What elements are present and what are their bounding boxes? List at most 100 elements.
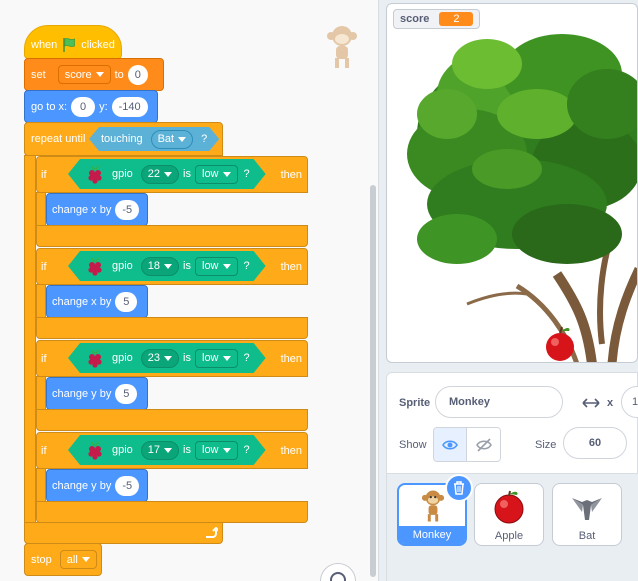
- sprite-label: Sprite: [399, 397, 431, 409]
- when-flag-clicked-block[interactable]: when clicked: [24, 25, 122, 59]
- code-area[interactable]: when clicked set score to 0 go to x: 0 y…: [0, 0, 379, 581]
- gpio-question-mark: ?: [243, 168, 250, 180]
- size-value: 60: [588, 437, 602, 449]
- monkey-sprite-thumbnail: [421, 490, 445, 522]
- gpio-level-dropdown[interactable]: low: [195, 257, 238, 276]
- hat-prefix: when: [31, 39, 58, 51]
- change-value-input[interactable]: -5: [115, 475, 140, 496]
- repeat-arrow-icon: [206, 527, 218, 538]
- if-left-arm: [36, 192, 46, 228]
- show-hidden-button[interactable]: [467, 428, 500, 461]
- touching-label: touching: [101, 133, 143, 145]
- zoom-in-button[interactable]: [320, 563, 356, 581]
- gpio-condition[interactable]: gpio 18 is low?: [68, 251, 266, 281]
- then-label: then: [280, 352, 302, 365]
- show-visible-button[interactable]: [434, 428, 467, 461]
- if-bottom-arm[interactable]: [36, 225, 308, 247]
- change-value-input[interactable]: 5: [115, 291, 138, 312]
- variable-dropdown[interactable]: score: [57, 65, 111, 84]
- stop-block[interactable]: stop all: [24, 543, 102, 576]
- apple-sprite-thumbnail: [494, 490, 524, 524]
- change-position-block[interactable]: change x by -5: [46, 193, 148, 226]
- if-left-arm: [36, 284, 46, 320]
- then-label: then: [280, 168, 302, 181]
- gpio-condition[interactable]: gpio 17 is low?: [68, 435, 266, 465]
- goto-y-input[interactable]: -140: [111, 96, 148, 117]
- goto-x-input[interactable]: 0: [71, 96, 96, 117]
- change-value-input[interactable]: 5: [115, 383, 138, 404]
- if-bottom-arm[interactable]: [36, 501, 308, 523]
- sprite-tile-apple[interactable]: Apple: [474, 483, 544, 546]
- is-label: is: [183, 444, 191, 456]
- gpio-condition[interactable]: gpio 23 is low?: [68, 343, 266, 373]
- stop-option-dropdown[interactable]: all: [59, 550, 97, 569]
- gpio-level-dropdown[interactable]: low: [195, 441, 238, 460]
- gpio-pin-dropdown[interactable]: 17: [141, 441, 179, 460]
- trash-icon: [454, 481, 464, 495]
- stage[interactable]: score 2: [386, 3, 638, 363]
- chevron-down-icon: [223, 356, 231, 361]
- gpio-question-mark: ?: [243, 260, 250, 272]
- change-position-block[interactable]: change y by 5: [46, 377, 148, 410]
- gpio-pin: 23: [147, 352, 161, 364]
- if-bottom-arm[interactable]: [36, 409, 308, 431]
- raspberry-pi-icon: [86, 164, 104, 184]
- gpio-condition[interactable]: gpio 22 is low?: [68, 159, 266, 189]
- chevron-down-icon: [81, 557, 90, 562]
- change-position-block[interactable]: change y by -5: [46, 469, 148, 502]
- change-position-block[interactable]: change x by 5: [46, 285, 148, 318]
- sprite-tile-name: Bat: [578, 530, 596, 542]
- repeat-label: repeat until: [31, 133, 86, 145]
- hat-suffix: clicked: [81, 39, 115, 51]
- if-bottom-arm[interactable]: [36, 317, 308, 339]
- eye-icon: [442, 439, 458, 450]
- repeat-bottom-arm[interactable]: [24, 522, 223, 544]
- show-toggle: [433, 427, 501, 462]
- chevron-down-icon: [95, 72, 104, 77]
- chevron-down-icon: [164, 448, 172, 453]
- gpio-level: low: [202, 260, 219, 272]
- set-variable-block[interactable]: set score to 0: [24, 58, 164, 91]
- if-label: if: [41, 352, 47, 365]
- variable-name: score: [64, 68, 92, 81]
- to-label: to: [114, 68, 124, 81]
- size-input[interactable]: 60: [563, 427, 627, 459]
- chevron-down-icon: [223, 448, 231, 453]
- if-label: if: [41, 168, 47, 181]
- score-monitor[interactable]: score 2: [393, 9, 481, 29]
- touching-target: Bat: [157, 133, 175, 145]
- sprite-name-value: Monkey: [449, 396, 490, 408]
- gpio-pin-dropdown[interactable]: 22: [141, 165, 179, 184]
- show-label: Show: [399, 439, 427, 451]
- sprite-list: Monkey Apple Bat: [386, 474, 638, 581]
- is-label: is: [183, 352, 191, 364]
- change-label: change y by: [52, 479, 112, 492]
- delete-sprite-button[interactable]: [445, 474, 473, 502]
- change-label: change y by: [52, 387, 112, 400]
- gpio-level: low: [202, 444, 219, 456]
- chevron-down-icon: [178, 137, 186, 142]
- repeat-left-arm: [24, 155, 36, 530]
- sprite-tile-bat[interactable]: Bat: [552, 483, 622, 546]
- touching-condition[interactable]: touching Bat ?: [89, 127, 219, 151]
- if-label: if: [41, 444, 47, 457]
- sprite-name-input[interactable]: Monkey: [435, 386, 563, 418]
- goto-xy-block[interactable]: go to x: 0 y: -140: [24, 90, 158, 123]
- raspberry-pi-icon: [86, 348, 104, 368]
- x-position-input[interactable]: 1: [621, 386, 638, 418]
- touching-target-dropdown[interactable]: Bat: [151, 130, 194, 149]
- sprite-tile-name: Monkey: [399, 526, 465, 544]
- x-label: x: [607, 397, 614, 409]
- gpio-pin-dropdown[interactable]: 18: [141, 257, 179, 276]
- eye-slash-icon: [475, 437, 492, 452]
- size-label: Size: [535, 439, 557, 451]
- gpio-level-dropdown[interactable]: low: [195, 165, 238, 184]
- set-value-input[interactable]: 0: [127, 64, 148, 85]
- change-value-input[interactable]: -5: [115, 199, 140, 220]
- gpio-pin: 22: [147, 168, 161, 180]
- gpio-pin-dropdown[interactable]: 23: [141, 349, 179, 368]
- monitor-name: score: [400, 13, 430, 25]
- code-scrollbar[interactable]: [370, 185, 376, 577]
- gpio-level-dropdown[interactable]: low: [195, 349, 238, 368]
- green-flag-icon: [63, 38, 76, 52]
